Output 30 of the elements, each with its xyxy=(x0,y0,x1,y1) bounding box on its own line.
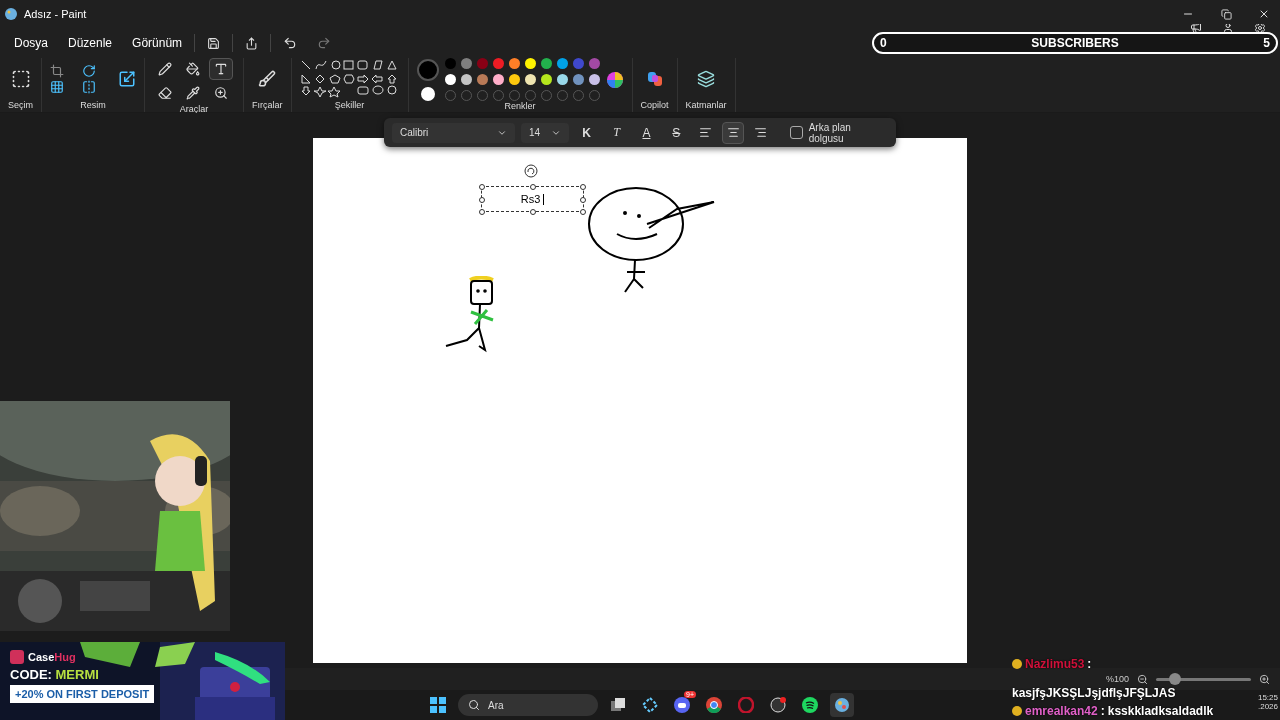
zoom-level[interactable]: %100 xyxy=(1105,674,1129,684)
search-field[interactable]: Ara xyxy=(458,694,598,716)
chat-username: emrealkan42 xyxy=(1025,704,1098,718)
text-box[interactable]: Rs3 xyxy=(481,186,584,212)
group-label: Araçlar xyxy=(179,104,209,116)
menu-item[interactable]: Görünüm xyxy=(124,32,191,54)
group-label: Seçim xyxy=(8,100,33,112)
goal-start: 0 xyxy=(880,36,887,50)
clock-time: 15:25 xyxy=(1257,693,1278,702)
clock-date: .2026 xyxy=(1257,702,1278,711)
group-label: Katmanlar xyxy=(685,100,727,112)
group-label: Copilot xyxy=(640,100,669,112)
goal-title: SUBSCRIBERS xyxy=(1031,36,1119,50)
font-size-dropdown[interactable]: 14 xyxy=(521,122,569,143)
menu-item[interactable]: Düzenle xyxy=(60,32,121,54)
menu-item[interactable]: Dosya xyxy=(6,32,56,54)
group-label: Fırçalar xyxy=(252,100,283,112)
chat-username: Nazlimu53 xyxy=(1025,657,1085,671)
chat-separator: : xyxy=(1087,657,1092,671)
brand-name: CaseHug xyxy=(28,651,76,663)
offer-banner: +20% ON FIRST DEPOSIT xyxy=(10,685,155,703)
window-title: Adsız - Paint xyxy=(24,8,88,20)
group-label: Şekiller xyxy=(334,100,365,112)
chat-message: ksskkladksaldadlk xyxy=(1107,704,1214,718)
font-dropdown[interactable]: Calibri xyxy=(392,122,516,143)
group-label: Resim xyxy=(80,100,106,112)
goal-target: 5 xyxy=(1263,36,1270,50)
promo-code: CODE: MERMI xyxy=(10,667,99,682)
group-label: Renkler xyxy=(504,101,536,113)
chat-separator: : xyxy=(1100,704,1105,718)
